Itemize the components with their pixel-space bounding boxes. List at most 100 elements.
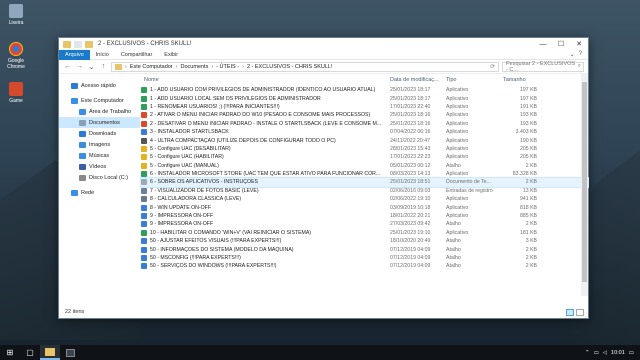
file-row[interactable]: 4 - ULTRA COMPACTAÇÃO (UTILIZE DEPOIS DE…: [141, 136, 588, 144]
properties-icon[interactable]: [74, 40, 82, 48]
file-date: 28/01/2023 15:43: [390, 145, 431, 152]
file-type: Aplicativo: [446, 229, 469, 236]
file-row[interactable]: 7 - VISUALIZADOR DE FOTOS BASIC (LEVE) 02…: [141, 187, 588, 195]
nav-item-music[interactable]: Músicas: [59, 150, 140, 161]
notifications-icon[interactable]: ▭: [629, 350, 634, 356]
column-header-date[interactable]: Data de modificaç...: [388, 77, 444, 83]
file-row[interactable]: 50 - SERVIÇOS DO WINDOWS (!!!PARA EXPERT…: [141, 262, 588, 270]
nav-item-computer[interactable]: Este Computador: [59, 95, 140, 106]
file-name: 4 - ULTRA COMPACTAÇÃO (UTILIZE DEPOIS DE…: [150, 137, 336, 144]
file-type: Aplicativo: [446, 103, 469, 110]
file-row[interactable]: 1 - ADD USUÁRIO COM PRIVILÉGIOS DE ADMIN…: [141, 86, 588, 94]
file-icon: [141, 112, 147, 119]
large-icons-view-button[interactable]: [576, 308, 584, 316]
file-row[interactable]: 2 - DESATIVAR O MENU INICIAR PADRÃO - IN…: [141, 120, 588, 128]
file-icon: [141, 263, 147, 270]
file-type: Atalho: [446, 221, 461, 228]
file-row[interactable]: 6 - SOBRE OS APLICATIVOS - INSTRUÇÕES 25/…: [140, 177, 589, 188]
file-row[interactable]: 9 - IMPRESSORA ON-OFF 27/03/2023 09:42 Ata…: [141, 220, 588, 228]
task-view-button[interactable]: ▢: [20, 345, 40, 360]
close-button[interactable]: ✕: [570, 38, 588, 50]
file-size: 190 KB: [519, 137, 537, 144]
tab-compartilhar[interactable]: Compartilhar: [115, 50, 158, 60]
vertical-scrollbar[interactable]: [581, 74, 588, 296]
file-size: 191 KB: [519, 103, 537, 110]
file-row[interactable]: 1 - ADD USUÁRIO LOCAL SEM OS PRIVILÉGIOS…: [141, 94, 588, 102]
folder-icon: [63, 40, 71, 48]
taskbar-app[interactable]: [60, 345, 80, 360]
nav-item-pictures[interactable]: Imagens: [59, 139, 140, 150]
taskbar-file-explorer[interactable]: [40, 345, 60, 360]
address-bar[interactable]: › Este Computador › Documents › - ÚTEIS …: [111, 61, 499, 72]
breadcrumb-item[interactable]: - ÚTEIS -: [216, 64, 239, 70]
nav-item-download[interactable]: Downloads: [59, 128, 140, 139]
desktop-icon-chrome[interactable]: Google Chrome: [4, 42, 28, 70]
nav-item-desktop[interactable]: Área de Trabalho: [59, 106, 140, 117]
file-row[interactable]: 9 - IMPRESSORA ON-OFF 18/01/2022 20:21 Apl…: [141, 212, 588, 220]
file-type: Aplicativo: [446, 204, 469, 211]
file-icon: [141, 187, 147, 194]
title-bar[interactable]: 2 - EXCLUSIVOS - CHRIS SKULL! — ☐ ✕: [59, 38, 588, 50]
column-header-size[interactable]: Tamanho: [501, 77, 539, 83]
start-button[interactable]: ⊞: [0, 345, 20, 360]
back-button[interactable]: ←: [63, 62, 72, 72]
refresh-icon[interactable]: ⟳: [490, 64, 498, 70]
nav-item-disk[interactable]: Disco Local (C:): [59, 172, 140, 183]
file-row[interactable]: 2 - ATIVAR O MENU INICIAR PADRÃO DO W10 …: [141, 111, 588, 119]
help-icon[interactable]: ?: [579, 51, 582, 58]
file-name-cell: 10 - HABILITAR O COMANDO 'WIN+V' (VAI RE…: [141, 229, 388, 236]
details-view-button[interactable]: [566, 308, 574, 316]
file-row[interactable]: 50 - MSCONFIG (!!!PARA EXPERTS!!!) 07/12/…: [141, 254, 588, 262]
file-row[interactable]: 5 - Configure UAC (DESABILITAR) 28/01/202…: [141, 145, 588, 153]
chevron-right-icon: ›: [211, 63, 214, 70]
file-type: Documento de Te...: [446, 179, 491, 186]
file-row[interactable]: 8 - CALCULADORA CLÁSSICA (LEVE) 02/06/202…: [141, 195, 588, 203]
file-row[interactable]: 50 - AJUSTAR EFEITOS VISUAIS (!!!PARA EX…: [141, 237, 588, 245]
minimize-button[interactable]: —: [534, 38, 552, 50]
breadcrumb-item[interactable]: Documents: [181, 64, 209, 70]
breadcrumb-item[interactable]: 2 - EXCLUSIVOS - CHRIS SKULL!: [247, 64, 333, 70]
tab-inicio[interactable]: Início: [90, 50, 115, 60]
file-size: 2 KB: [525, 263, 537, 270]
file-type: Atalho: [446, 162, 461, 169]
file-row[interactable]: 5 - Configure UAC (HABILITAR) 17/01/2023 …: [141, 153, 588, 161]
file-icon: [141, 95, 147, 102]
volume-icon[interactable]: ◁: [603, 350, 607, 356]
desktop-icon-game[interactable]: Game: [4, 82, 28, 104]
file-row[interactable]: 50 - INFORMAÇÕES DO SISTEMA (MODELO DA M…: [141, 245, 588, 253]
file-size: 193 KB: [519, 120, 537, 127]
scrollbar-thumb[interactable]: [582, 82, 587, 282]
file-row[interactable]: 6 - INSTALADOR MICROSOFT STORE (UAC TEM …: [141, 170, 588, 178]
chevron-right-icon: ›: [125, 63, 127, 70]
file-row[interactable]: 5 - Configure UAC (MANUAL) 05/01/2023 00:…: [141, 162, 588, 170]
maximize-button[interactable]: ☐: [552, 38, 570, 50]
up-button[interactable]: ↑: [99, 62, 108, 72]
file-size: 197 KB: [519, 87, 537, 94]
column-header-name[interactable]: Nome: [141, 77, 388, 83]
nav-item-documents[interactable]: Documentos: [59, 117, 140, 128]
file-row[interactable]: 1 - RENOMEAR USUÁRIOS! ;) (!!!PARA INICI…: [141, 103, 588, 111]
file-row[interactable]: 10 - HABILITAR O COMANDO 'WIN+V' (VAI RE…: [141, 229, 588, 237]
tab-arquivo[interactable]: Arquivo: [59, 49, 90, 60]
recent-locations-button[interactable]: ⌄: [87, 62, 96, 72]
column-header-type[interactable]: Tipo: [444, 77, 501, 83]
file-type: Aplicativo: [446, 213, 469, 220]
forward-button[interactable]: →: [75, 62, 84, 72]
recycle-bin-icon: [9, 4, 23, 18]
search-input[interactable]: Pesquisar 2 - EXCLUSIVOS - C... ⌕: [502, 61, 584, 73]
file-icon: [141, 213, 147, 220]
expand-ribbon-icon[interactable]: ⌄: [570, 51, 575, 58]
file-row[interactable]: 8 - WIN UPDATE ON-OFF 03/09/2019 10:18 Apl…: [141, 203, 588, 211]
new-folder-icon[interactable]: [85, 40, 93, 48]
nav-item-network[interactable]: Rede: [59, 187, 140, 198]
breadcrumb-item[interactable]: Este Computador: [130, 64, 173, 70]
file-row[interactable]: 3 - INSTALADOR STARTLSBACK 07/04/2022 06:…: [141, 128, 588, 136]
nav-item-star[interactable]: Acesso rápido: [59, 80, 140, 91]
nav-item-videos[interactable]: Vídeos: [59, 161, 140, 172]
network-icon[interactable]: ▭: [594, 350, 599, 356]
desktop-icon-recycle-bin[interactable]: Lixeira: [4, 4, 28, 26]
file-icon: [141, 120, 147, 127]
chevron-up-icon[interactable]: ⌃: [585, 350, 590, 356]
tab-exibir[interactable]: Exibir: [158, 50, 184, 60]
clock[interactable]: 10:01: [611, 350, 625, 356]
